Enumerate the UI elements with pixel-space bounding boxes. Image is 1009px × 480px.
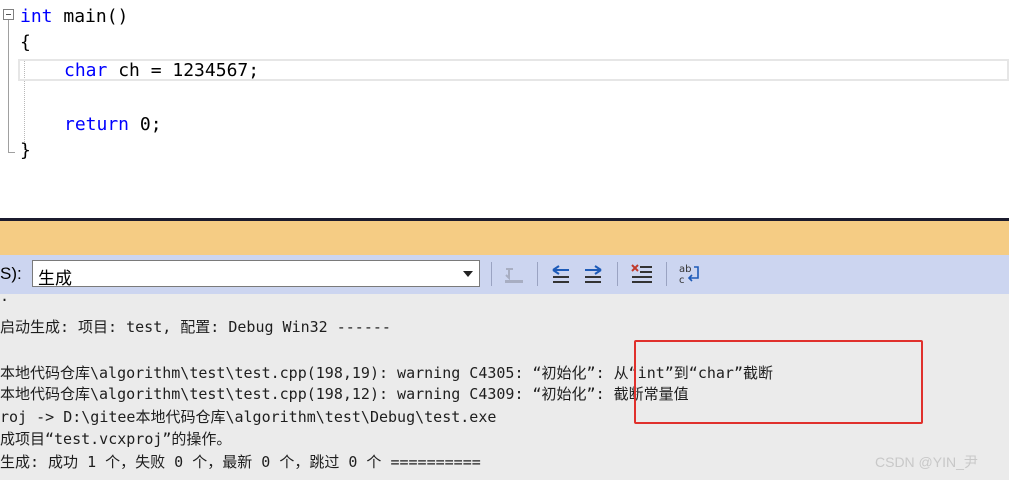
go-to-next-message-icon[interactable] (580, 261, 606, 287)
fold-guide (8, 20, 9, 153)
toggle-word-wrap-icon[interactable]: ab c (676, 261, 702, 287)
code-text: ch = 1234567; (107, 60, 260, 81)
keyword: return (64, 114, 130, 135)
find-message-in-code-icon[interactable] (501, 261, 527, 287)
output-panel-titlebar (0, 218, 1009, 255)
svg-text:c: c (679, 275, 685, 286)
output-source-value: 生成 (38, 269, 72, 288)
code-editor[interactable]: int main() { char ch = 1234567; return 0… (0, 0, 1009, 218)
code-line-3[interactable]: char ch = 1234567; (64, 60, 259, 82)
show-output-from-label: S): (0, 264, 22, 283)
output-source-select[interactable]: 生成 (32, 260, 480, 288)
code-line-1[interactable]: int main() (20, 6, 128, 28)
svg-text:ab: ab (679, 264, 691, 275)
keyword: char (64, 60, 108, 81)
toolbar-separator (666, 262, 667, 286)
code-text: 0; (129, 114, 162, 135)
go-to-previous-message-icon[interactable] (548, 261, 574, 287)
output-line: 启动生成: 项目: test, 配置: Debug Win32 ------ (0, 318, 391, 336)
output-line: · (0, 291, 10, 309)
watermark: CSDN @YIN_尹 (875, 454, 978, 470)
fold-guide-end (8, 152, 15, 153)
output-line: 成项目“test.vcxproj”的操作。 (0, 430, 232, 448)
code-line-6[interactable]: } (20, 140, 31, 162)
chevron-down-icon[interactable] (463, 271, 473, 277)
code-text: { (20, 32, 31, 53)
toolbar-separator (491, 262, 492, 286)
code-line-5[interactable]: return 0; (64, 114, 162, 136)
clear-all-icon[interactable] (629, 261, 655, 287)
collapse-icon[interactable] (3, 9, 14, 20)
keyword: int (20, 6, 53, 27)
toolbar-separator (537, 262, 538, 286)
toolbar-separator (617, 262, 618, 286)
annotation-highlight-box (634, 340, 923, 424)
code-line-2[interactable]: { (20, 32, 31, 54)
output-line: roj -> D:\gitee本地代码仓库\algorithm\test\Deb… (0, 408, 497, 426)
code-text: main() (52, 6, 129, 27)
output-line: 本地代码仓库\algorithm\test\test.cpp(198,12): … (0, 385, 689, 403)
code-text: } (20, 140, 31, 161)
output-toolbar: S): 生成 ab c (0, 255, 1009, 294)
output-line: 生成: 成功 1 个，失败 0 个，最新 0 个，跳过 0 个 ========… (0, 453, 481, 471)
